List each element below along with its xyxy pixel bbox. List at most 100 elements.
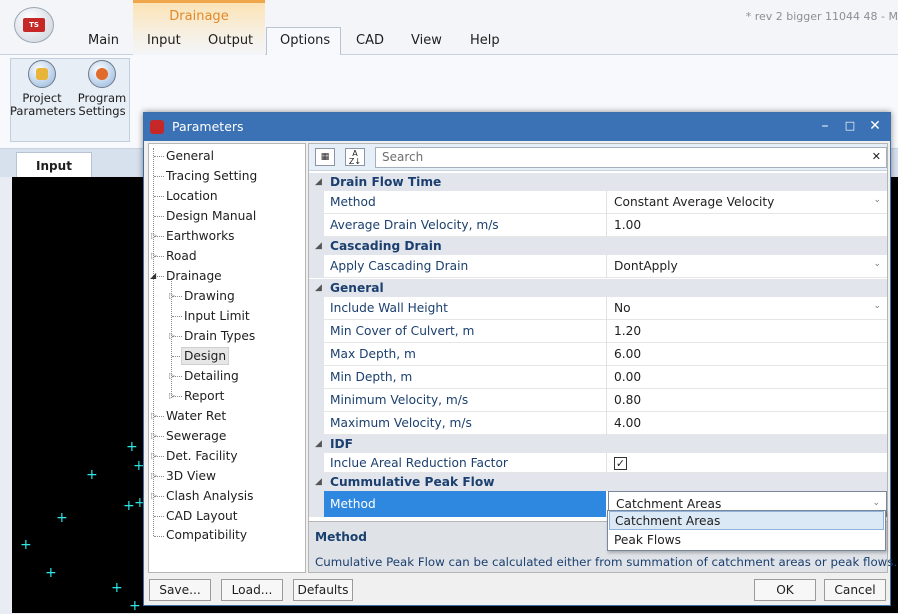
window-title: * rev 2 bigger 11044 48 - M	[745, 10, 898, 23]
tree-item-drain-types[interactable]: Drain Types	[184, 328, 255, 344]
load-button[interactable]: Load...	[221, 579, 283, 601]
tree-item-report[interactable]: Report	[184, 388, 224, 404]
chevron-down-icon[interactable]: ⌄	[873, 259, 881, 269]
tab-options[interactable]: Options	[280, 33, 330, 48]
app-menu-button[interactable]: TS	[14, 7, 54, 43]
tree-item-design[interactable]: Design	[181, 347, 230, 365]
expand-arrow-icon[interactable]: ▷	[169, 392, 175, 400]
tree-item-road[interactable]: Road	[166, 248, 197, 264]
cancel-button[interactable]: Cancel	[824, 579, 886, 601]
expand-arrow-icon[interactable]: ▷	[151, 232, 157, 240]
property-value[interactable]: 0.00	[606, 366, 887, 389]
tree-item-general[interactable]: General	[166, 148, 214, 164]
category-idf[interactable]: ◢ IDF	[309, 435, 887, 453]
tree-item-sewerage[interactable]: Sewerage	[166, 428, 226, 444]
option-catchment-areas[interactable]: Catchment Areas	[609, 511, 884, 530]
property-row[interactable]: Inclue Areal Reduction Factor ✓	[309, 453, 887, 473]
property-row[interactable]: Max Depth, m 6.00	[309, 343, 887, 366]
wall-height-dropdown[interactable]: No ⌄	[606, 297, 887, 320]
property-row[interactable]: Maximum Velocity, m/s 4.00	[309, 412, 887, 435]
property-row[interactable]: Min Depth, m 0.00	[309, 366, 887, 389]
property-row[interactable]: Minimum Velocity, m/s 0.80	[309, 389, 887, 412]
tree-item-cad-layout[interactable]: CAD Layout	[166, 508, 238, 524]
tree-item-compatibility[interactable]: Compatibility	[166, 527, 247, 543]
category-label: IDF	[330, 437, 353, 451]
expand-arrow-icon[interactable]: ▷	[169, 292, 175, 300]
expand-arrow-icon[interactable]: ▷	[151, 432, 157, 440]
tree-item-input-limit[interactable]: Input Limit	[184, 308, 250, 324]
tab-cad[interactable]: CAD	[356, 33, 384, 48]
program-settings-icon	[88, 60, 116, 88]
program-settings-button[interactable]: Program Settings	[74, 60, 130, 122]
expand-arrow-icon[interactable]: ▷	[151, 412, 157, 420]
property-name: Apply Cascading Drain	[330, 259, 469, 273]
document-tab-input[interactable]: Input	[16, 152, 92, 178]
tab-input[interactable]: Input	[147, 33, 181, 48]
category-label: Cascading Drain	[330, 239, 442, 253]
areal-reduction-checkbox[interactable]: ✓	[614, 457, 627, 470]
property-value[interactable]: 1.20	[606, 320, 887, 343]
app-logo-icon: TS	[23, 18, 45, 32]
save-button[interactable]: Save...	[149, 579, 211, 601]
tree-item-design-manual[interactable]: Design Manual	[166, 208, 256, 224]
tree-item-clash-analysis[interactable]: Clash Analysis	[166, 488, 254, 504]
clear-search-icon[interactable]: ✕	[872, 150, 881, 163]
tab-main[interactable]: Main	[88, 33, 119, 48]
tree-item-water-ret[interactable]: Water Ret	[166, 408, 226, 424]
chevron-down-icon[interactable]: ⌄	[873, 195, 881, 205]
tab-view[interactable]: View	[411, 33, 442, 48]
property-value[interactable]: 0.80	[606, 389, 887, 412]
maximize-icon[interactable]: □	[839, 116, 861, 136]
property-value[interactable]: 1.00	[606, 214, 887, 237]
project-parameters-button[interactable]: Project Parameters	[10, 60, 76, 122]
chevron-down-icon[interactable]: ⌄	[873, 301, 881, 311]
chevron-down-icon[interactable]: ⌄	[872, 498, 880, 508]
option-peak-flows[interactable]: Peak Flows	[609, 531, 884, 550]
expand-arrow-icon[interactable]: ▷	[151, 492, 157, 500]
category-general[interactable]: ◢ General	[309, 279, 887, 297]
project-parameters-icon	[28, 60, 56, 88]
category-cascading-drain[interactable]: ◢ Cascading Drain	[309, 237, 887, 255]
property-row[interactable]: Average Drain Velocity, m/s 1.00	[309, 214, 887, 237]
tree-item-drawing[interactable]: Drawing	[184, 288, 235, 304]
method-dropdown[interactable]: Constant Average Velocity ⌄	[606, 191, 887, 214]
property-name: Maximum Velocity, m/s	[330, 416, 472, 430]
tab-help[interactable]: Help	[470, 33, 500, 48]
category-drain-flow-time[interactable]: ◢ Drain Flow Time	[309, 173, 887, 191]
minimize-icon[interactable]: –	[814, 116, 836, 136]
collapse-arrow-icon[interactable]: ◢	[150, 272, 156, 280]
tree-item-detailing[interactable]: Detailing	[184, 368, 239, 384]
property-grid: ▦ AZ↓ ✕ ◢ Drain Flow Time Method Constant …	[308, 143, 888, 573]
canvas-marker: +	[86, 467, 98, 483]
expand-arrow-icon[interactable]: ▷	[169, 332, 175, 340]
property-row[interactable]: Include Wall Height No ⌄	[309, 297, 887, 320]
tree-item-tracing-setting[interactable]: Tracing Setting	[166, 168, 257, 184]
property-name: Inclue Areal Reduction Factor	[330, 456, 508, 470]
tree-item-earthworks[interactable]: Earthworks	[166, 228, 235, 244]
tree-item-3d-view[interactable]: 3D View	[166, 468, 216, 484]
property-name: Average Drain Velocity, m/s	[330, 218, 499, 232]
tab-output[interactable]: Output	[208, 33, 253, 48]
expand-arrow-icon[interactable]: ▷	[151, 472, 157, 480]
category-cumulative-peak-flow[interactable]: ◢ Cummulative Peak Flow	[309, 473, 887, 491]
defaults-button[interactable]: Defaults	[293, 579, 353, 601]
property-row[interactable]: Method Constant Average Velocity ⌄	[309, 191, 887, 214]
expand-arrow-icon[interactable]: ▷	[169, 372, 175, 380]
property-value[interactable]: 4.00	[606, 412, 887, 435]
close-icon[interactable]: ✕	[864, 116, 886, 136]
description-text: Cumulative Peak Flow can be calculated e…	[315, 555, 898, 569]
property-value[interactable]: 6.00	[606, 343, 887, 366]
tree-item-det-facility[interactable]: Det. Facility	[166, 448, 238, 464]
dialog-title-bar[interactable]: Parameters – □ ✕	[144, 113, 890, 141]
alphabetical-sort-icon[interactable]: A Z↓	[345, 148, 365, 166]
cascading-dropdown[interactable]: DontApply ⌄	[606, 255, 887, 278]
expand-arrow-icon[interactable]: ▷	[151, 452, 157, 460]
tree-item-drainage[interactable]: Drainage	[166, 268, 222, 284]
tree-item-location[interactable]: Location	[166, 188, 218, 204]
ok-button[interactable]: OK	[754, 579, 816, 601]
property-row[interactable]: Apply Cascading Drain DontApply ⌄	[309, 255, 887, 278]
search-input[interactable]	[382, 150, 852, 164]
property-row[interactable]: Min Cover of Culvert, m 1.20	[309, 320, 887, 343]
categorized-view-icon[interactable]: ▦	[315, 148, 335, 166]
expand-arrow-icon[interactable]: ▷	[151, 252, 157, 260]
